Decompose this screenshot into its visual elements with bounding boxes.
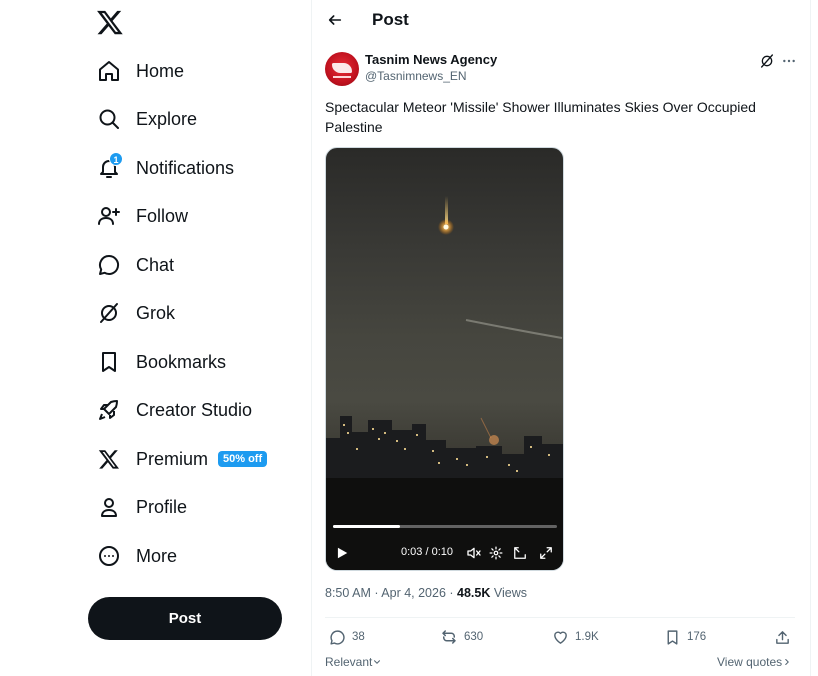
grok-icon	[761, 54, 773, 68]
author-name[interactable]: Tasnim News Agency	[365, 52, 497, 67]
share-icon	[776, 630, 789, 644]
sidebar-item-chat[interactable]: Chat	[88, 243, 188, 287]
video-progress-bar[interactable]	[333, 525, 557, 528]
sidebar-item-bookmarks[interactable]: Bookmarks	[88, 340, 240, 384]
chat-bubble-icon	[96, 252, 122, 278]
home-icon	[96, 58, 122, 84]
sidebar-item-label: Creator Studio	[136, 399, 253, 420]
page-title: Post	[372, 10, 409, 29]
grok-icon	[96, 300, 122, 326]
repost-button[interactable]: 630	[440, 626, 483, 648]
sidebar-item-notifications[interactable]: 1 Notifications	[88, 146, 248, 190]
avatar[interactable]	[325, 52, 359, 86]
sidebar-item-profile[interactable]: Profile	[88, 485, 201, 529]
video-time: 0:03 / 0:10	[401, 546, 453, 558]
sidebar-item-label: Grok	[136, 302, 176, 323]
play-icon	[337, 547, 348, 559]
sidebar-item-label: Follow	[136, 205, 189, 226]
divider	[810, 0, 811, 676]
more-options-button[interactable]	[780, 52, 798, 70]
x-logo-icon	[96, 446, 122, 472]
more-horizontal-icon	[783, 59, 795, 63]
view-quotes-label: View quotes	[717, 655, 783, 669]
reply-icon	[330, 629, 345, 645]
sidebar-item-label: Explore	[136, 108, 198, 129]
sidebar-item-label: Notifications	[136, 157, 235, 178]
mute-button[interactable]	[465, 544, 483, 562]
sidebar: Home Explore 1 Notifications Follow Chat…	[0, 0, 312, 676]
promo-badge: 50% off	[218, 451, 268, 467]
sort-replies-dropdown[interactable]: Relevant	[325, 655, 382, 669]
sidebar-item-premium[interactable]: Premium 50% off	[88, 437, 281, 481]
video-progress-fill	[333, 525, 401, 528]
volume-muted-icon	[467, 547, 481, 559]
more-circle-icon	[96, 543, 122, 569]
post-button[interactable]: Post	[88, 597, 282, 640]
repost-icon	[442, 630, 456, 644]
sidebar-item-home[interactable]: Home	[88, 49, 198, 93]
add-person-icon	[96, 203, 122, 229]
like-button[interactable]: 1.9K	[552, 626, 599, 648]
rocket-icon	[96, 397, 122, 423]
like-count: 1.9K	[575, 631, 599, 643]
tweet-text: Spectacular Meteor 'Missile' Shower Illu…	[325, 99, 756, 135]
bookmark-icon	[96, 349, 122, 375]
bookmark-icon	[667, 629, 678, 645]
bookmark-button[interactable]: 176	[664, 626, 706, 648]
search-icon	[96, 106, 122, 132]
author-handle[interactable]: @Tasnimnews_EN	[365, 69, 467, 83]
bookmark-count: 176	[687, 631, 707, 643]
sidebar-item-label: Chat	[136, 254, 175, 275]
chevron-right-icon	[785, 658, 789, 666]
views-count: 48.5K	[457, 586, 491, 600]
video-frame	[326, 196, 563, 570]
pip-icon	[514, 547, 526, 559]
notification-badge: 1	[109, 152, 123, 166]
sidebar-item-explore[interactable]: Explore	[88, 97, 211, 141]
share-button[interactable]	[774, 626, 791, 648]
sidebar-item-more[interactable]: More	[88, 534, 191, 578]
video-player[interactable]: 0:03 / 0:10	[325, 147, 564, 571]
picture-in-picture-button[interactable]	[511, 544, 529, 562]
post-detail: Post Tasnim News Agency @Tasnimnews_EN S…	[312, 0, 810, 676]
bell-icon: 1	[96, 152, 123, 181]
back-button[interactable]	[324, 9, 346, 31]
expand-icon	[540, 547, 552, 559]
gear-icon	[489, 546, 503, 560]
views-label: Views	[490, 586, 527, 600]
sidebar-item-label: Premium	[136, 448, 209, 469]
divider	[325, 617, 795, 618]
sidebar-item-label: Bookmarks	[136, 351, 227, 372]
settings-button[interactable]	[487, 544, 505, 562]
view-quotes-link[interactable]: View quotes	[717, 655, 792, 669]
sidebar-item-grok[interactable]: Grok	[88, 291, 189, 335]
fullscreen-button[interactable]	[537, 544, 555, 562]
grok-explain-button[interactable]	[758, 52, 776, 70]
reply-button[interactable]: 38	[329, 626, 365, 648]
sidebar-item-label: Home	[136, 60, 185, 81]
tweet-meta: 8:50 AM · Apr 4, 2026 · 48.5K Views	[325, 586, 527, 600]
x-logo-icon[interactable]	[96, 8, 124, 36]
sidebar-item-label: Profile	[136, 496, 188, 517]
repost-count: 630	[464, 631, 484, 643]
tweet-timestamp[interactable]: 8:50 AM · Apr 4, 2026 ·	[325, 586, 457, 600]
person-icon	[96, 494, 122, 520]
sidebar-item-label: More	[136, 545, 178, 566]
page-header: Post	[312, 0, 810, 40]
reply-count: 38	[352, 631, 365, 643]
play-button[interactable]	[333, 544, 351, 562]
arrow-left-icon	[328, 15, 342, 25]
sidebar-item-follow[interactable]: Follow	[88, 194, 202, 238]
sidebar-item-creator-studio[interactable]: Creator Studio	[88, 388, 266, 432]
chevron-down-icon	[374, 660, 381, 664]
sort-label: Relevant	[325, 655, 373, 669]
app: Home Explore 1 Notifications Follow Chat…	[0, 0, 818, 676]
heart-icon	[554, 631, 567, 644]
